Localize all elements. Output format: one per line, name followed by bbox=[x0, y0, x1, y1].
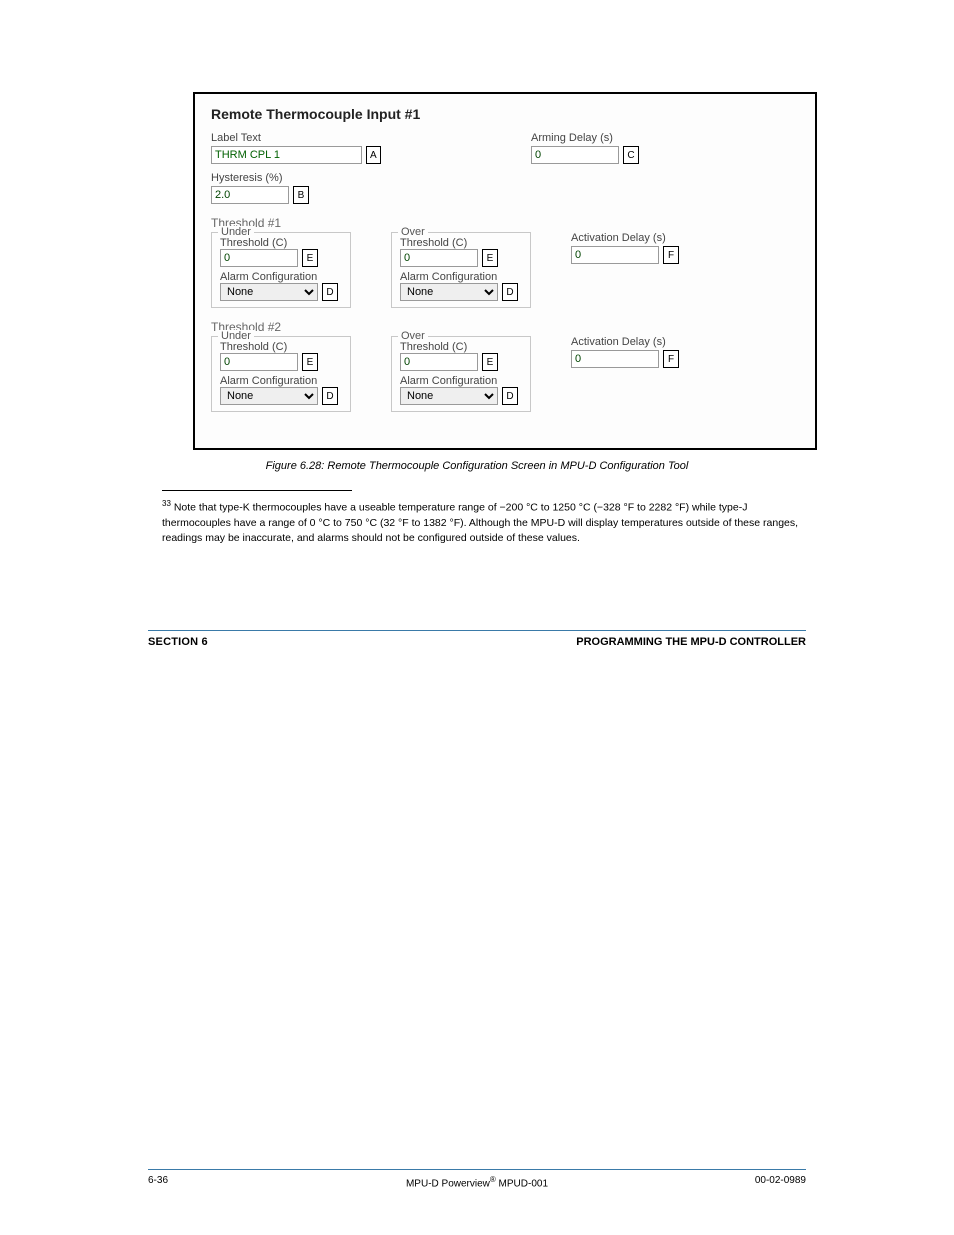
config-screenshot: Remote Thermocouple Input #1 Label Text … bbox=[193, 92, 817, 450]
threshold-2-under-threshold-input[interactable] bbox=[220, 353, 298, 371]
annotation-c: C bbox=[623, 146, 639, 164]
section-rule bbox=[148, 630, 806, 631]
hysteresis-input[interactable] bbox=[211, 186, 289, 204]
threshold-1-under-threshold-label: Threshold (C) bbox=[220, 237, 342, 249]
annotation-d-2o: D bbox=[502, 387, 518, 405]
threshold-2-activation-label: Activation Delay (s) bbox=[571, 336, 721, 348]
threshold-2-under-group: Under Threshold (C) E Alarm Configuratio… bbox=[211, 336, 351, 412]
threshold-1-over-threshold-label: Threshold (C) bbox=[400, 237, 522, 249]
threshold-1-over-threshold-input[interactable] bbox=[400, 249, 478, 267]
threshold-2-title: Threshold #2 bbox=[211, 320, 799, 334]
footer-rule bbox=[148, 1169, 806, 1170]
annotation-e-1u: E bbox=[302, 249, 318, 267]
threshold-2-over-group: Over Threshold (C) E Alarm Configuration… bbox=[391, 336, 531, 412]
threshold-1-over-group: Over Threshold (C) E Alarm Configuration… bbox=[391, 232, 531, 308]
annotation-e-2o: E bbox=[482, 353, 498, 371]
threshold-2-over-legend: Over bbox=[398, 330, 428, 342]
label-text-input[interactable] bbox=[211, 146, 362, 164]
threshold-1-over-alarm-select[interactable]: None bbox=[400, 283, 498, 301]
panel-title: Remote Thermocouple Input #1 bbox=[211, 106, 799, 122]
footnote-body: Note that type-K thermocouples have a us… bbox=[162, 502, 798, 544]
annotation-f-1: F bbox=[663, 246, 679, 264]
threshold-1-under-group: Under Threshold (C) E Alarm Configuratio… bbox=[211, 232, 351, 308]
document-page: Remote Thermocouple Input #1 Label Text … bbox=[0, 0, 954, 1235]
hysteresis-label: Hysteresis (%) bbox=[211, 172, 381, 184]
threshold-2-over-threshold-label: Threshold (C) bbox=[400, 341, 522, 353]
threshold-2-over-threshold-input[interactable] bbox=[400, 353, 478, 371]
threshold-1-title: Threshold #1 bbox=[211, 216, 799, 230]
threshold-1-under-legend: Under bbox=[218, 226, 254, 238]
threshold-1-over-legend: Over bbox=[398, 226, 428, 238]
footnote-rule bbox=[162, 490, 352, 491]
footer-right: 00-02-0989 bbox=[755, 1175, 806, 1186]
footer-center: MPU-D Powerview® MPUD-001 bbox=[406, 1175, 548, 1189]
threshold-2-activation-input[interactable] bbox=[571, 350, 659, 368]
footer-center-prefix: MPU-D Powerview bbox=[406, 1178, 490, 1189]
annotation-e-2u: E bbox=[302, 353, 318, 371]
footnote-marker: 33 bbox=[162, 499, 171, 508]
annotation-d-1o: D bbox=[502, 283, 518, 301]
annotation-e-1o: E bbox=[482, 249, 498, 267]
threshold-1-over-alarm-label: Alarm Configuration bbox=[400, 271, 522, 283]
annotation-b: B bbox=[293, 186, 309, 204]
threshold-2-over-alarm-label: Alarm Configuration bbox=[400, 375, 522, 387]
annotation-d-1u: D bbox=[322, 283, 338, 301]
threshold-2-under-alarm-label: Alarm Configuration bbox=[220, 375, 342, 387]
arming-delay-label: Arming Delay (s) bbox=[531, 132, 671, 144]
threshold-2-under-legend: Under bbox=[218, 330, 254, 342]
footnote-text: 33 Note that type-K thermocouples have a… bbox=[162, 498, 802, 546]
threshold-1-under-alarm-select[interactable]: None bbox=[220, 283, 318, 301]
arming-delay-input[interactable] bbox=[531, 146, 619, 164]
annotation-a: A bbox=[366, 146, 381, 164]
section-heading-right: PROGRAMMING THE MPU-D CONTROLLER bbox=[576, 636, 806, 648]
threshold-1-activation-label: Activation Delay (s) bbox=[571, 232, 721, 244]
label-text-label: Label Text bbox=[211, 132, 381, 144]
threshold-2-under-threshold-label: Threshold (C) bbox=[220, 341, 342, 353]
threshold-2-over-alarm-select[interactable]: None bbox=[400, 387, 498, 405]
annotation-f-2: F bbox=[663, 350, 679, 368]
threshold-2-under-alarm-select[interactable]: None bbox=[220, 387, 318, 405]
footer-left: 6-36 bbox=[148, 1175, 168, 1186]
threshold-1-activation-input[interactable] bbox=[571, 246, 659, 264]
threshold-1-under-threshold-input[interactable] bbox=[220, 249, 298, 267]
threshold-1-under-alarm-label: Alarm Configuration bbox=[220, 271, 342, 283]
figure-caption: Figure 6.28: Remote Thermocouple Configu… bbox=[177, 460, 777, 472]
footer-center-suffix: MPUD-001 bbox=[496, 1178, 548, 1189]
annotation-d-2u: D bbox=[322, 387, 338, 405]
section-heading-left: SECTION 6 bbox=[148, 636, 208, 648]
